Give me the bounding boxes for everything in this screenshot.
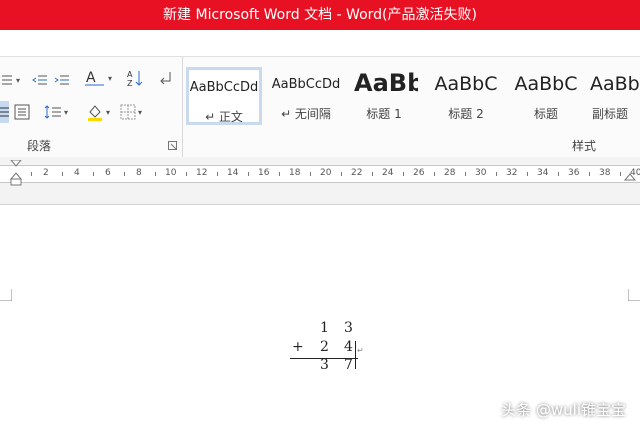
title-bar: 新建 Microsoft Word 文档 - Word(产品激活失败) [0,0,640,30]
sum-tens: 3 [320,357,329,373]
addend-1-ones: 3 [344,320,353,336]
ribbon-tab-strip [0,30,640,56]
ruler-tick [93,172,94,176]
ruler-tick [589,172,590,176]
ruler-tick [434,172,435,176]
ruler-number: 18 [289,168,301,178]
ruler-number: 6 [105,168,111,178]
dialog-launcher-icon[interactable] [168,141,177,150]
paragraph-group: ▾ A ▾ AZ ▾ ▾ ▾ 段落 [0,57,183,157]
addend-1-tens: 1 [320,320,329,336]
style-no-spacing[interactable]: AaBbCcDd ↵ 无间隔 [268,67,344,125]
style-sample: AaBbC [434,73,498,95]
style-subtitle[interactable]: AaBb 副标题 [588,67,640,125]
ruler-tick [496,172,497,176]
ruler-number: 16 [258,168,270,178]
plus-sign: + [292,339,304,355]
ruler-tick [403,172,404,176]
ruler-tick [155,172,156,176]
ruler-number: 2 [43,168,49,178]
style-sample: AaBb [354,69,418,97]
style-name: ↵ 无间隔 [281,107,331,121]
ruler-tick [186,172,187,176]
ruler-area: 2 4 6 8 10 12 14 16 18 20 22 24 26 28 30 32 34 36 38 40 [0,157,640,205]
margin-corner-right-icon [628,289,640,301]
ribbon: ▾ A ▾ AZ ▾ ▾ ▾ 段落 AaBbCcDd ↵ 正文 AaBbCcDd… [0,56,640,158]
ruler-tick [372,172,373,176]
style-name: ↵ 正文 [205,110,243,124]
ruler-number: 12 [196,168,208,178]
paragraph-mark-icon: ↵ [357,346,364,355]
svg-text:Z: Z [127,79,133,87]
watermark: 头条 @wuli锥宝宝 [501,401,626,419]
align-justify-icon[interactable] [0,101,9,123]
ruler-tick [558,172,559,176]
ruler-tick [310,172,311,176]
ruler-number: 28 [444,168,456,178]
ruler-number: 24 [382,168,394,178]
style-heading-2[interactable]: AaBbC 标题 2 [428,67,504,125]
ruler-number: 32 [506,168,518,178]
distributed-icon[interactable] [14,101,30,123]
ruler-number: 20 [320,168,332,178]
style-name: 标题 1 [366,107,402,121]
text-cursor [355,341,356,369]
ruler-tick [341,172,342,176]
style-sample: AaBbC [514,73,578,95]
style-normal[interactable]: AaBbCcDd ↵ 正文 [186,67,262,125]
style-name: 副标题 [592,107,629,121]
show-marks-icon[interactable] [158,67,174,89]
ruler-tick [527,172,528,176]
addend-2-tens: 2 [320,339,329,355]
ruler-tick [279,172,280,176]
sum-ones: 7 [344,357,353,373]
style-sample: AaBbCcDd [189,80,259,95]
ruler-number: 40 [630,168,640,178]
decrease-indent-icon[interactable] [32,69,48,91]
style-name: 标题 2 [448,107,484,121]
ruler-tick [248,172,249,176]
style-sample: AaBbCcDd [271,77,341,92]
line-spacing-icon[interactable]: ▾ [44,101,68,123]
ruler-tick [31,172,32,176]
border-icon[interactable]: ▾ [120,101,142,123]
horizontal-ruler[interactable]: 2 4 6 8 10 12 14 16 18 20 22 24 26 28 30 32 34 36 38 40 [0,160,640,186]
styles-group-label: 样式 [572,139,597,153]
ruler-number: 10 [165,168,177,178]
ruler-number: 38 [599,168,611,178]
shading-icon[interactable]: ▾ [86,101,110,123]
ruler-tick [62,172,63,176]
list-icon[interactable]: ▾ [0,69,20,91]
style-sample: AaBb [590,73,640,95]
margin-corner-left-icon [0,289,12,301]
addend-2-ones: 4 [344,339,353,355]
ruler-number: 4 [74,168,80,178]
ruler-number: 8 [136,168,142,178]
ruler-tick [465,172,466,176]
increase-indent-icon[interactable] [54,69,70,91]
ruler-number: 22 [351,168,363,178]
indent-marker-icon[interactable] [10,160,22,186]
paragraph-group-label: 段落 [27,139,52,153]
ruler-tick [124,172,125,176]
sort-icon[interactable]: AZ [126,67,144,89]
style-heading-1[interactable]: AaBb 标题 1 [350,67,418,125]
ruler-number: 14 [227,168,239,178]
ruler-number: 26 [413,168,425,178]
svg-text:A: A [86,70,96,86]
window-title: 新建 Microsoft Word 文档 - Word(产品激活失败) [163,7,477,23]
ruler-tick [620,172,621,176]
char-spacing-icon[interactable]: A ▾ [84,67,112,89]
svg-text:A: A [127,70,133,79]
styles-gallery: AaBbCcDd ↵ 正文 AaBbCcDd ↵ 无间隔 AaBb 标题 1 A… [186,67,640,127]
ruler-tick [217,172,218,176]
style-name: 标题 [533,107,558,121]
style-title[interactable]: AaBbC 标题 [508,67,584,125]
document-page[interactable]: 1 3 + 2 4 ↵ 3 7 头条 @wuli锥宝宝 [0,205,640,432]
ruler-number: 36 [568,168,580,178]
ruler-number: 30 [475,168,487,178]
ruler-number: 34 [537,168,549,178]
